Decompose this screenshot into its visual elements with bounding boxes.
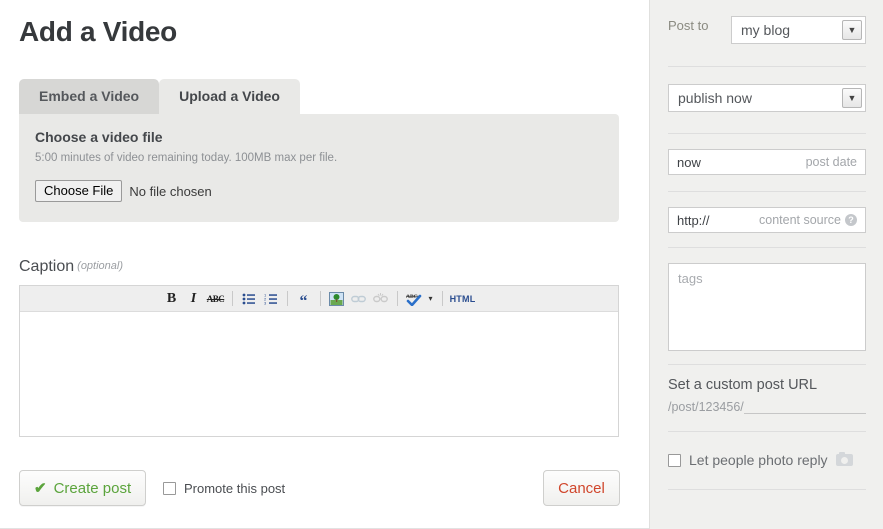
svg-text:3: 3 xyxy=(264,300,267,304)
unlink-icon[interactable] xyxy=(370,289,392,309)
add-video-page: Add a Video Embed a Video Upload a Video… xyxy=(0,0,883,529)
caption-input[interactable] xyxy=(20,312,618,436)
choose-file-button[interactable]: Choose File xyxy=(35,180,123,202)
editor-toolbar: B I ABC 1 2 3 “ ABC ▾ HTML xyxy=(20,286,618,312)
content-source-hint-wrap: content source ? xyxy=(759,213,857,227)
toolbar-divider xyxy=(441,291,443,306)
tags-placeholder: tags xyxy=(678,271,703,286)
file-status-text: No file chosen xyxy=(129,183,212,199)
html-toggle-button[interactable]: HTML xyxy=(448,289,478,309)
spellcheck-icon[interactable]: ABC xyxy=(403,289,425,309)
chevron-down-icon[interactable]: ▼ xyxy=(842,20,862,40)
blog-select[interactable]: my blog ▼ xyxy=(731,16,866,44)
promote-label: Promote this post xyxy=(184,481,286,496)
spellcheck-dropdown-icon[interactable]: ▾ xyxy=(425,289,437,309)
publish-state-select[interactable]: publish now ▼ xyxy=(668,84,866,112)
help-icon[interactable]: ? xyxy=(845,214,857,226)
custom-post-url-row: /post/123456/ xyxy=(668,400,866,414)
toolbar-divider xyxy=(319,291,321,306)
promote-this-post-toggle[interactable]: Promote this post xyxy=(163,481,285,496)
chevron-down-icon[interactable]: ▼ xyxy=(842,88,862,108)
sidebar-divider xyxy=(668,133,866,134)
content-source-value: http:// xyxy=(677,212,710,228)
promote-checkbox[interactable] xyxy=(163,482,176,495)
cancel-button[interactable]: Cancel xyxy=(543,470,620,506)
italic-icon[interactable]: I xyxy=(183,289,205,309)
photo-reply-toggle[interactable]: Let people photo reply xyxy=(668,452,853,468)
upload-panel: Choose a video file 5:00 minutes of vide… xyxy=(19,114,619,222)
sidebar-divider xyxy=(668,66,866,67)
page-title: Add a Video xyxy=(19,16,177,47)
caption-label-text: Caption xyxy=(19,258,75,275)
toolbar-divider xyxy=(286,291,288,306)
custom-post-url-input[interactable] xyxy=(743,400,866,414)
tab-upload-a-video[interactable]: Upload a Video xyxy=(159,79,300,114)
insert-link-icon[interactable] xyxy=(348,289,370,309)
post-date-hint: post date xyxy=(805,155,857,169)
tags-field[interactable]: tags xyxy=(668,263,866,351)
main-content: Add a Video Embed a Video Upload a Video… xyxy=(0,0,649,529)
panel-heading: Choose a video file xyxy=(35,129,163,145)
toolbar-divider xyxy=(396,291,398,306)
sidebar-divider xyxy=(668,489,866,490)
publish-state-value: publish now xyxy=(678,90,752,106)
panel-subtext: 5:00 minutes of video remaining today. 1… xyxy=(35,152,338,164)
post-to-row: Post to xyxy=(668,18,708,33)
strikethrough-icon[interactable]: ABC xyxy=(205,289,227,309)
sidebar-divider xyxy=(668,247,866,248)
checkmark-icon: ✔ xyxy=(34,480,47,497)
unordered-list-icon[interactable] xyxy=(238,289,260,309)
custom-post-url-prefix: /post/123456/ xyxy=(668,400,744,414)
insert-image-icon[interactable] xyxy=(326,289,348,309)
create-post-label: Create post xyxy=(53,479,132,497)
create-post-button[interactable]: ✔ Create post xyxy=(19,470,147,506)
photo-reply-checkbox[interactable] xyxy=(668,453,681,467)
photo-reply-label: Let people photo reply xyxy=(689,452,828,468)
file-input-row: Choose File No file chosen xyxy=(35,180,212,202)
caption-optional-note: (optional) xyxy=(77,260,124,272)
camera-icon xyxy=(835,452,853,466)
bold-icon[interactable]: B xyxy=(161,289,183,309)
caption-editor: B I ABC 1 2 3 “ ABC ▾ HTML xyxy=(19,285,619,437)
post-options-sidebar: Post to my blog ▼ publish now ▼ now post… xyxy=(649,0,883,529)
post-date-value: now xyxy=(677,154,701,170)
content-source-field[interactable]: http:// content source ? xyxy=(668,207,866,233)
caption-label: Caption (optional) xyxy=(19,258,123,276)
toolbar-divider xyxy=(231,291,233,306)
tab-bar: Embed a Video Upload a Video xyxy=(19,79,300,114)
blog-select-value: my blog xyxy=(741,22,791,38)
sidebar-divider xyxy=(668,431,866,432)
content-source-hint: content source xyxy=(759,213,841,227)
tab-embed-a-video[interactable]: Embed a Video xyxy=(19,79,160,114)
post-to-label: Post to xyxy=(668,18,709,33)
custom-post-url-title: Set a custom post URL xyxy=(668,377,818,393)
sidebar-divider xyxy=(668,364,866,365)
post-date-field[interactable]: now post date xyxy=(668,149,866,175)
blockquote-icon[interactable]: “ xyxy=(293,289,315,309)
sidebar-divider xyxy=(668,191,866,192)
ordered-list-icon[interactable]: 1 2 3 xyxy=(260,289,282,309)
